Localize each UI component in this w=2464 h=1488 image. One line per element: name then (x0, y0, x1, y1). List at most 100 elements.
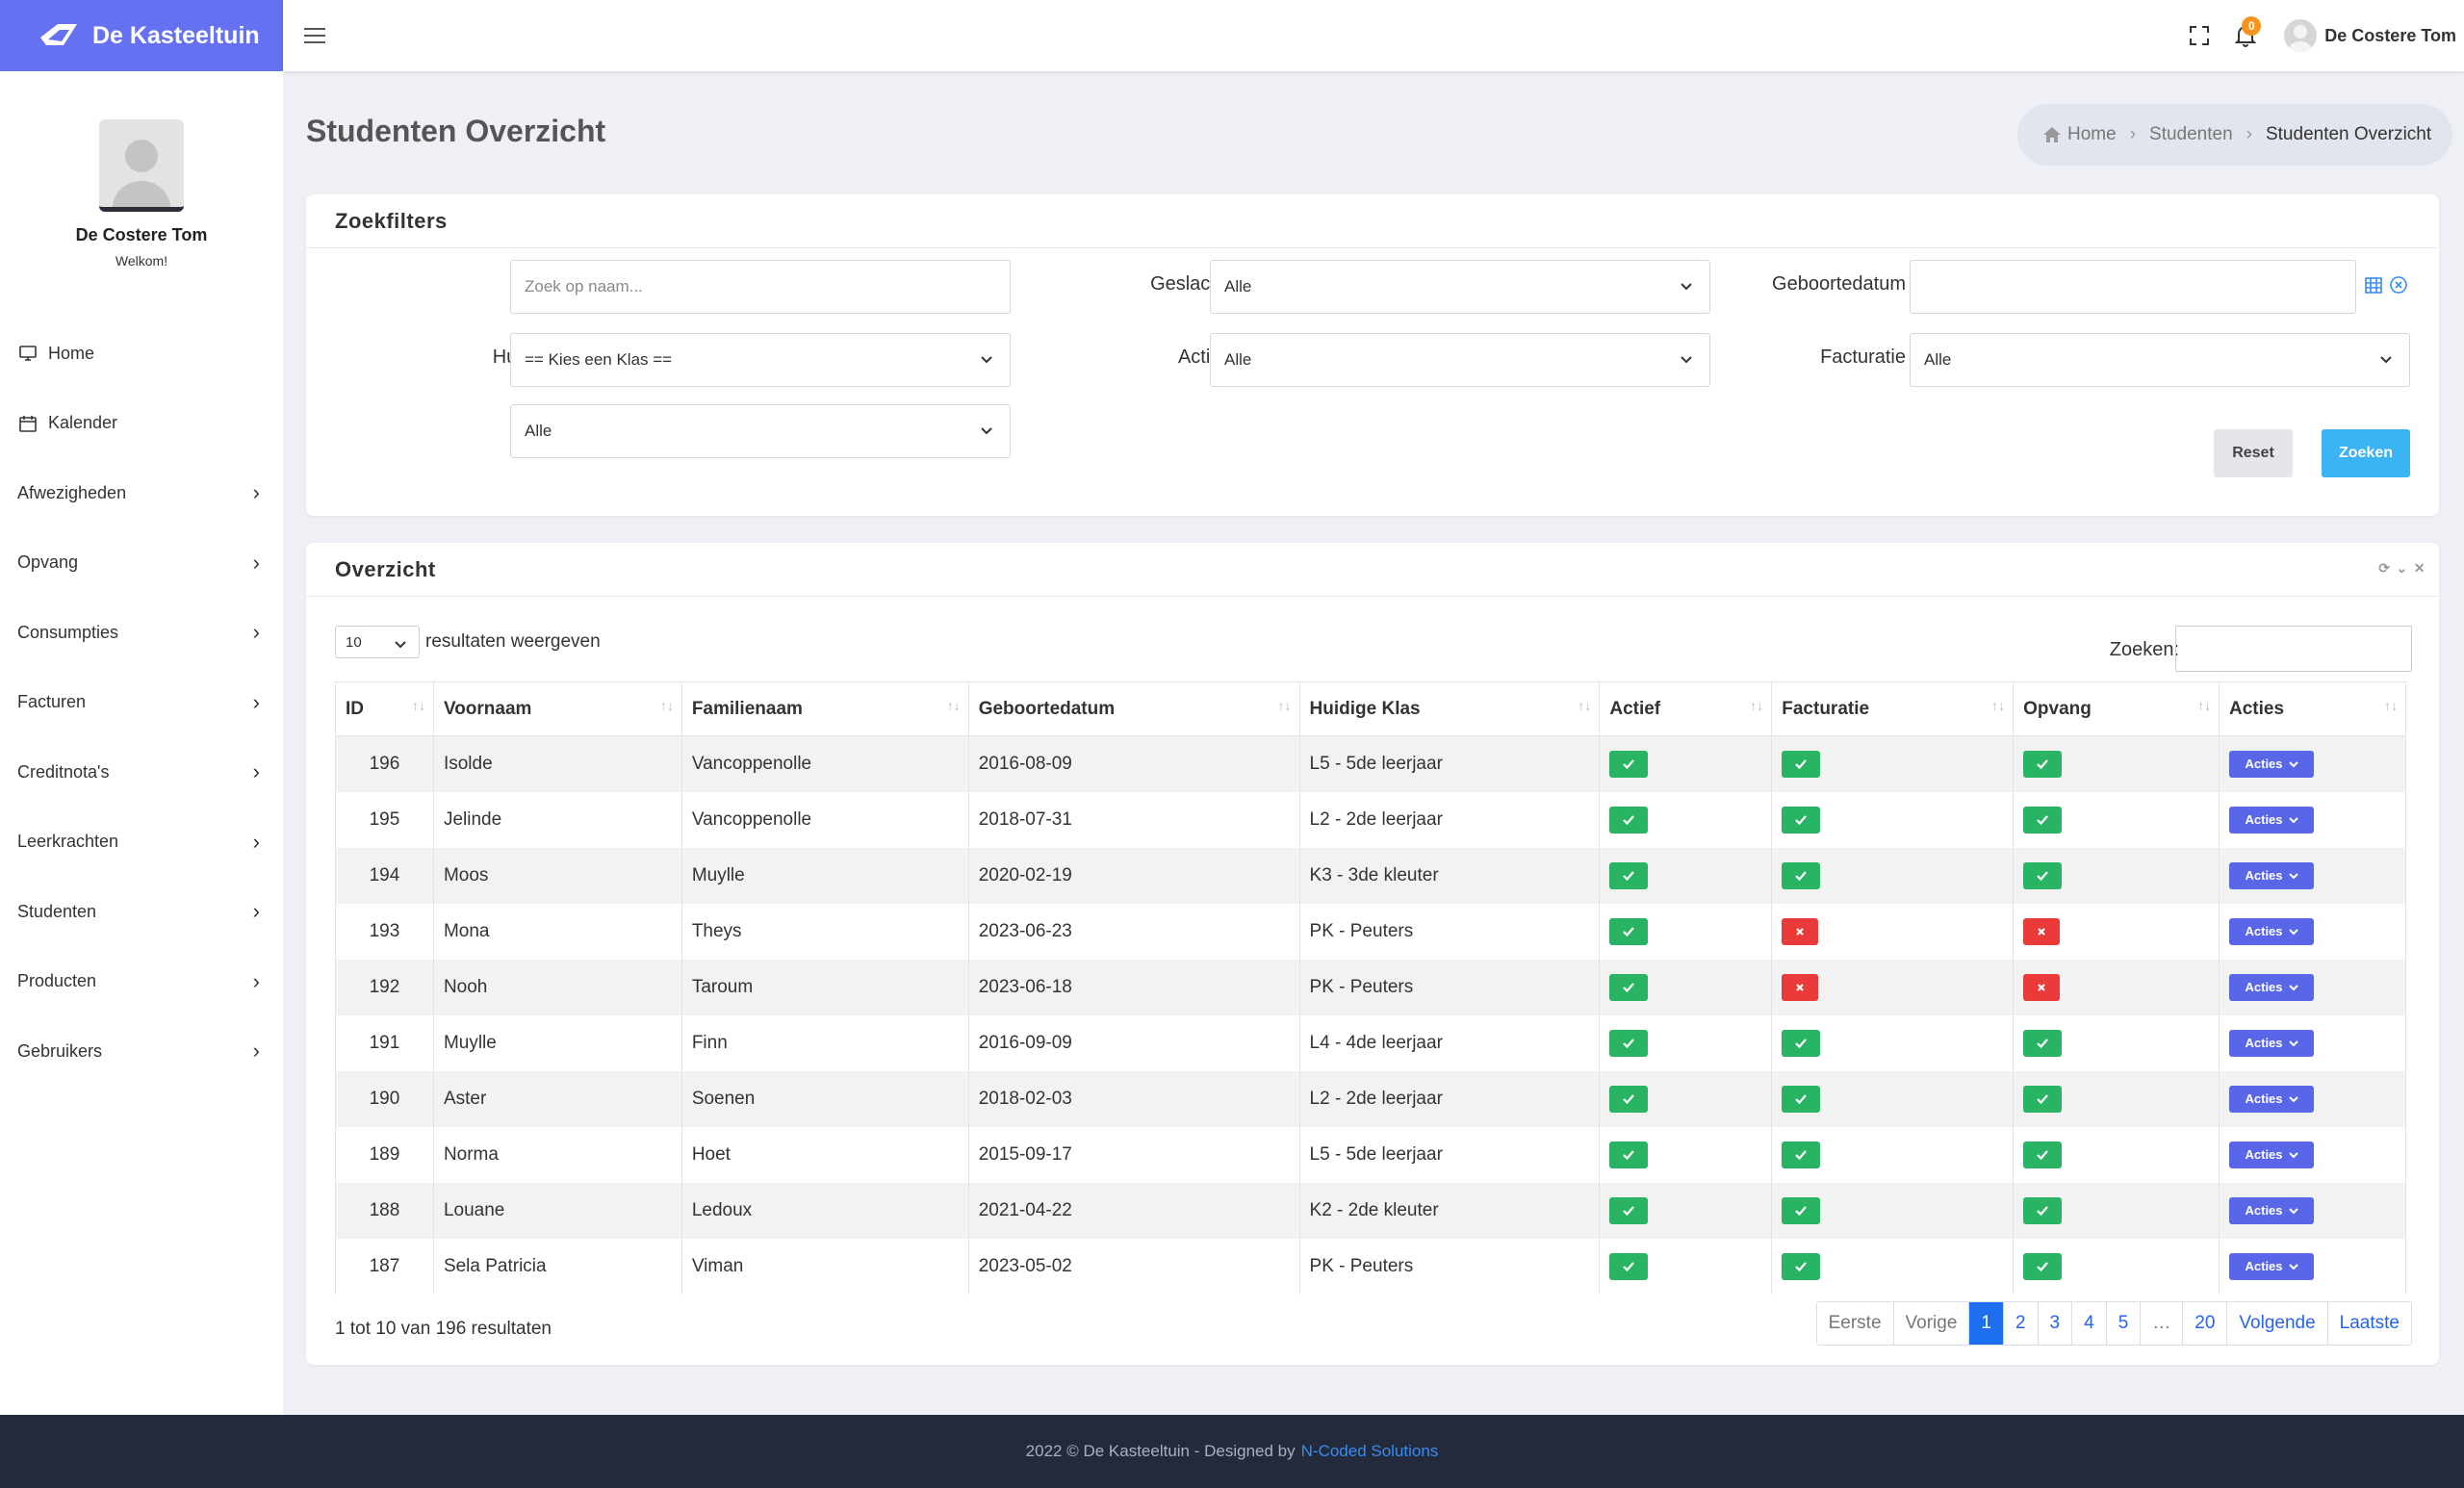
sidebar-item-leerkrachten[interactable]: Leerkrachten › (0, 808, 283, 878)
acties-button[interactable]: Acties (2229, 806, 2315, 834)
cell-facturatie (1771, 847, 2015, 904)
acties-button[interactable]: Acties (2229, 917, 2315, 945)
sidebar-item-kalender[interactable]: Kalender (0, 389, 283, 459)
close-icon[interactable]: ✕ (2414, 560, 2426, 577)
menu-toggle-icon[interactable] (304, 21, 333, 50)
facturatie-select[interactable]: Alle (1910, 333, 2410, 387)
table-header-row: ID ↑↓ Voornaam ↑↓ Familienaam ↑↓ Geboorteda… (335, 681, 2406, 736)
cross-icon[interactable] (1782, 973, 1819, 1001)
zoeken-button[interactable]: Zoeken (2322, 429, 2410, 477)
col-header-geboortedatum[interactable]: Geboortedatum ↑↓ (967, 681, 1300, 736)
cell-voornaam: Mona (432, 903, 682, 960)
check-icon[interactable] (1609, 1085, 1649, 1113)
col-header-klas[interactable]: Huidige Klas ↑↓ (1298, 681, 1601, 736)
pagination-vorige[interactable]: Vorige (1894, 1302, 1970, 1345)
check-icon[interactable] (1609, 1252, 1649, 1280)
pagination-laatste[interactable]: Laatste (2328, 1302, 2411, 1345)
check-icon[interactable] (2023, 1141, 2063, 1168)
acties-button[interactable]: Acties (2229, 973, 2315, 1001)
refresh-icon[interactable]: ⟳ (2378, 560, 2390, 577)
geboortedatum-input[interactable] (1910, 260, 2356, 314)
pagination-page-20[interactable]: 20 (2183, 1302, 2228, 1345)
check-icon[interactable] (1782, 750, 1821, 778)
cell-opvang (2013, 1014, 2220, 1071)
acties-button[interactable]: Acties (2229, 861, 2315, 889)
col-header-familienaam[interactable]: Familienaam ↑↓ (680, 681, 969, 736)
pagination-eerste[interactable]: Eerste (1817, 1302, 1894, 1345)
footer-link[interactable]: N-Coded Solutions (1301, 1442, 1439, 1461)
check-icon[interactable] (1782, 1085, 1821, 1113)
opvang-select[interactable]: Alle (510, 404, 1011, 458)
col-header-facturatie[interactable]: Facturatie ↑↓ (1771, 681, 2015, 736)
col-header-opvang[interactable]: Opvang ↑↓ (2013, 681, 2220, 736)
actief-select[interactable]: Alle (1210, 333, 1710, 387)
check-icon[interactable] (1609, 750, 1649, 778)
actief-label: Actief (1177, 346, 1226, 368)
clear-icon[interactable] (2389, 275, 2408, 295)
naam-input[interactable]: Zoek op naam... (510, 260, 1011, 314)
sidebar-item-creditnotas[interactable]: Creditnota's › (0, 737, 283, 808)
check-icon[interactable] (1609, 806, 1649, 834)
pagination-page-2[interactable]: 2 (2004, 1302, 2039, 1345)
check-icon[interactable] (1609, 1029, 1649, 1057)
cross-icon[interactable] (1782, 917, 1819, 945)
check-icon[interactable] (2023, 806, 2063, 834)
cell-acties: Acties (2219, 735, 2406, 792)
brand-logo[interactable]: De Kasteeltuin (0, 0, 283, 71)
col-header-acties[interactable]: Acties ↑↓ (2219, 681, 2406, 736)
pagination-volgende[interactable]: Volgende (2227, 1302, 2328, 1345)
check-icon[interactable] (2023, 1085, 2063, 1113)
check-icon[interactable] (1782, 1196, 1821, 1224)
cross-icon[interactable] (2023, 917, 2061, 945)
check-icon[interactable] (2023, 1252, 2063, 1280)
check-icon[interactable] (1609, 861, 1649, 889)
acties-button[interactable]: Acties (2229, 1252, 2315, 1280)
check-icon[interactable] (1609, 1196, 1649, 1224)
check-icon[interactable] (1609, 973, 1649, 1001)
check-icon[interactable] (1609, 1141, 1649, 1168)
sidebar-item-consumpties[interactable]: Consumpties › (0, 598, 283, 668)
col-header-id[interactable]: ID ↑↓ (335, 681, 434, 736)
acties-button[interactable]: Acties (2229, 1085, 2315, 1113)
sidebar-item-facturen[interactable]: Facturen › (0, 668, 283, 738)
check-icon[interactable] (1782, 1141, 1821, 1168)
sidebar-item-studenten[interactable]: Studenten › (0, 877, 283, 947)
check-icon[interactable] (1782, 1252, 1821, 1280)
check-icon[interactable] (2023, 1029, 2063, 1057)
geslacht-select[interactable]: Alle (1210, 260, 1710, 314)
sidebar-item-afwezigheden[interactable]: Afwezigheden › (0, 458, 283, 528)
notification-bell-icon[interactable]: 0 (2226, 16, 2265, 55)
breadcrumb-studenten[interactable]: Studenten (2149, 124, 2233, 145)
reset-button[interactable]: Reset (2214, 429, 2293, 477)
check-icon[interactable] (2023, 750, 2063, 778)
collapse-icon[interactable]: ⌄ (2397, 560, 2408, 577)
table-search-input[interactable] (2175, 626, 2412, 672)
pagination-page-1[interactable]: 1 (1969, 1302, 2004, 1345)
check-icon[interactable] (1782, 1029, 1821, 1057)
check-icon[interactable] (1782, 806, 1821, 834)
sidebar-item-opvang[interactable]: Opvang › (0, 528, 283, 599)
pagination-page-3[interactable]: 3 (2039, 1302, 2073, 1345)
col-header-voornaam[interactable]: Voornaam ↑↓ (432, 681, 682, 736)
col-header-actief[interactable]: Actief ↑↓ (1599, 681, 1773, 736)
acties-button[interactable]: Acties (2229, 1141, 2315, 1168)
acties-button[interactable]: Acties (2229, 1029, 2315, 1057)
check-icon[interactable] (1609, 917, 1649, 945)
pagination-page-5[interactable]: 5 (2107, 1302, 2142, 1345)
pagination-page-4[interactable]: 4 (2072, 1302, 2107, 1345)
check-icon[interactable] (1782, 861, 1821, 889)
user-menu[interactable]: De Costere Tom (2284, 19, 2456, 52)
sidebar-item-gebruikers[interactable]: Gebruikers › (0, 1016, 283, 1087)
page-length-select[interactable]: 10 (335, 626, 420, 658)
sidebar-item-producten[interactable]: Producten › (0, 947, 283, 1017)
calendar-icon[interactable] (2364, 275, 2383, 295)
check-icon[interactable] (2023, 1196, 2063, 1224)
acties-button[interactable]: Acties (2229, 1196, 2315, 1224)
fullscreen-icon[interactable] (2180, 16, 2219, 55)
breadcrumb-home[interactable]: Home (2042, 124, 2117, 145)
sidebar-item-home[interactable]: Home (0, 319, 283, 389)
check-icon[interactable] (2023, 861, 2063, 889)
acties-button[interactable]: Acties (2229, 750, 2315, 778)
klas-select[interactable]: == Kies een Klas == (510, 333, 1011, 387)
cross-icon[interactable] (2023, 973, 2061, 1001)
